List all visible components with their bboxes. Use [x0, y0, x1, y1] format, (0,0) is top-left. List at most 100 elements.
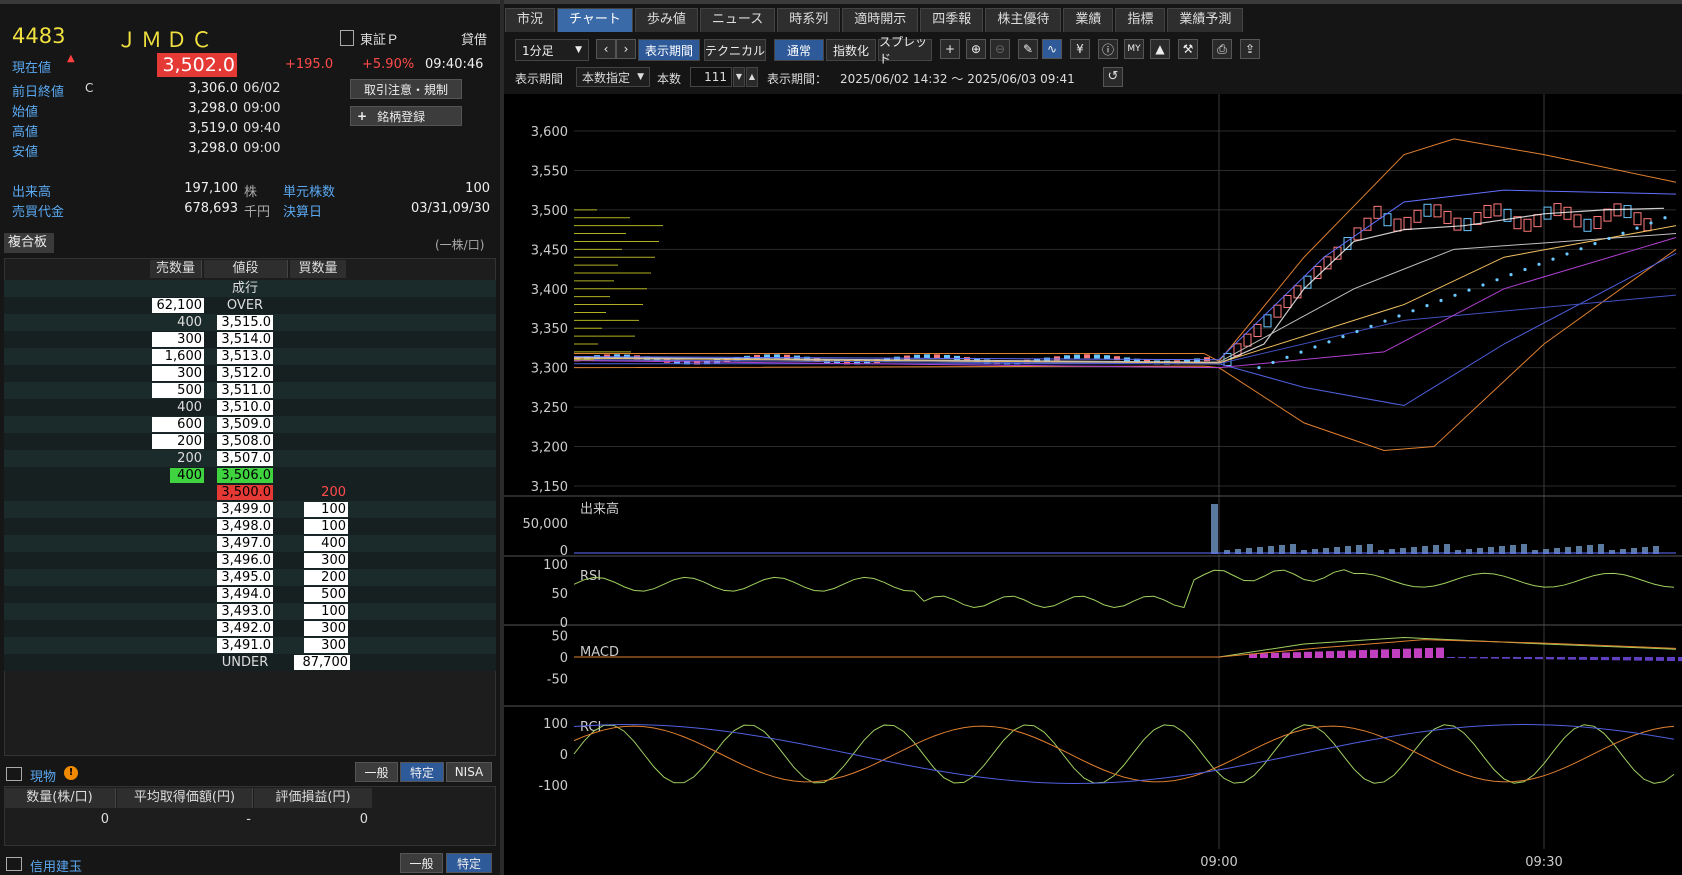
zoom-out-icon[interactable]: ⊖ [990, 39, 1010, 59]
next-icon[interactable]: › [616, 39, 636, 59]
order-book-row[interactable]: UNDER 87,700 [4, 654, 496, 671]
board-title[interactable]: 複合板 [4, 233, 54, 253]
tab-specific[interactable]: 特定 [400, 762, 444, 782]
order-book-row[interactable]: 3,497.0 400 [4, 535, 496, 552]
order-book-row[interactable]: 200 3,508.0 [4, 433, 496, 450]
col-avg-header: 平均取得価額(円) [117, 788, 253, 808]
order-book-row[interactable]: 3,496.0 300 [4, 552, 496, 569]
prev-icon[interactable]: ‹ [596, 39, 616, 59]
order-book-row[interactable]: 300 3,514.0 [4, 331, 496, 348]
zoom-in-icon[interactable]: ⊕ [966, 39, 986, 59]
period-mode-value: 本数指定 [582, 70, 631, 85]
tab-1[interactable]: チャート [557, 8, 633, 32]
order-book-row[interactable]: 3,498.0 100 [4, 518, 496, 535]
order-book-row[interactable]: 500 3,511.0 [4, 382, 496, 399]
order-book-row[interactable]: 400 3,510.0 [4, 399, 496, 416]
volume-label: 出来高 [12, 185, 52, 200]
period-mode-select[interactable]: 本数指定 ▼ [576, 67, 650, 87]
order-book-row[interactable]: 1,600 3,513.0 [4, 348, 496, 365]
range-value: 2025/06/02 14:32 ～ 2025/06/03 09:41 [840, 72, 1075, 86]
register-button[interactable]: + 銘柄登録 [350, 106, 462, 126]
sar-dot [1341, 335, 1345, 339]
order-book-row[interactable]: 3,492.0 300 [4, 620, 496, 637]
order-book-row[interactable]: 62,100 OVER [4, 297, 496, 314]
order-book-row[interactable]: 400 3,515.0 [4, 314, 496, 331]
warning-icon[interactable]: ! [64, 766, 78, 780]
volume-bar [1211, 504, 1218, 554]
tab-0[interactable]: 市況 [505, 8, 556, 32]
tab-7[interactable]: 株主優待 [985, 8, 1062, 32]
trade-notice-button[interactable]: 取引注意・規制 [350, 79, 462, 99]
tab-5[interactable]: 適時開示 [842, 8, 919, 32]
display-period-button[interactable]: 表示期間 [638, 39, 700, 61]
sar-dot [1355, 329, 1359, 334]
count-input[interactable]: 111 [690, 67, 732, 87]
macd-histogram [1414, 648, 1422, 658]
prev-close-value: 3,306.0 [188, 81, 238, 96]
pencil-icon[interactable]: ✎ [1018, 39, 1038, 59]
tab-6[interactable]: 四季報 [920, 8, 984, 32]
window-icon[interactable] [6, 857, 22, 871]
order-book-row[interactable]: 3,493.0 100 [4, 603, 496, 620]
tab-9[interactable]: 指標 [1115, 8, 1166, 32]
export-icon[interactable]: ⇪ [1240, 39, 1260, 59]
margin-tab-specific[interactable]: 特定 [446, 853, 492, 873]
col-qty-header: 数量(株/口) [4, 788, 116, 808]
reset-icon[interactable]: ↺ [1103, 67, 1123, 87]
candle [904, 355, 910, 360]
order-book-row[interactable]: 3,491.0 300 [4, 637, 496, 654]
sar-dot [1369, 324, 1373, 328]
info-icon[interactable]: ⓘ [1098, 39, 1118, 59]
tab-8[interactable]: 業績 [1063, 8, 1114, 32]
my-candle-icon[interactable]: MY [1124, 39, 1144, 59]
margin-tab-general[interactable]: 一般 [400, 853, 443, 873]
tab-general[interactable]: 一般 [355, 762, 398, 782]
order-book-row[interactable]: 3,494.0 500 [4, 586, 496, 603]
bid-price: 3,497.0 [217, 536, 273, 551]
window-icon[interactable] [6, 767, 22, 781]
yen-icon[interactable]: ¥ [1070, 39, 1090, 59]
price-label: 現在値 [12, 61, 52, 76]
order-book-row[interactable]: 200 3,507.0 [4, 450, 496, 467]
interval-select[interactable]: 1分足 ▼ [515, 39, 589, 61]
tab-4[interactable]: 時系列 [777, 8, 841, 32]
candle [954, 355, 960, 360]
under-qty: 87,700 [294, 655, 350, 670]
sar-dot [1285, 355, 1289, 359]
technical-button[interactable]: テクニカル [704, 39, 766, 61]
order-book-row[interactable]: 400 3,506.0 [4, 467, 496, 484]
order-book-row[interactable]: 300 3,512.0 [4, 365, 496, 382]
spread-button[interactable]: スプレッド [878, 35, 932, 66]
print-icon[interactable]: ⎙ [1212, 39, 1232, 59]
volume-title: 出来高 [580, 501, 619, 517]
open-time: 09:00 [243, 101, 281, 116]
register-button-label: 銘柄登録 [377, 109, 426, 124]
wave-icon[interactable]: ∿ [1042, 39, 1062, 59]
tab-10[interactable]: 業績予測 [1167, 8, 1244, 32]
count-up-icon[interactable]: ▲ [746, 67, 758, 87]
bid-qty: 200 [304, 570, 348, 585]
prev-close-label: 前日終値 [12, 85, 65, 100]
tab-3[interactable]: ニュース [699, 8, 776, 32]
sar-dot [1313, 345, 1317, 349]
order-book-row[interactable]: 600 3,509.0 [4, 416, 496, 433]
indexed-button[interactable]: 指数化 [826, 39, 876, 61]
order-book-row[interactable]: 3,499.0 100 [4, 501, 496, 518]
bid-qty: 400 [304, 536, 348, 551]
normal-button[interactable]: 通常 [774, 39, 824, 61]
tab-nisa[interactable]: NISA [446, 762, 492, 782]
wrench-icon[interactable]: ⚒ [1178, 39, 1198, 59]
tab-2[interactable]: 歩み値 [634, 8, 698, 32]
x-tick-label: 09:00 [1200, 855, 1237, 870]
crosshair-icon[interactable]: + [940, 39, 960, 59]
count-down-icon[interactable]: ▼ [733, 67, 745, 87]
chart-canvas[interactable]: 3,600 3,550 3,500 3,450 3,400 3,350 3,300 3,250… [504, 94, 1682, 875]
mountain-icon[interactable]: ▲ [1150, 39, 1170, 59]
document-icon[interactable] [340, 30, 354, 46]
order-book-row[interactable]: 3,495.0 200 [4, 569, 496, 586]
y-tick-label: 0 [560, 748, 568, 763]
order-book-row[interactable]: 成行 [4, 280, 496, 297]
candle [1074, 354, 1080, 359]
sar-dot [1537, 262, 1541, 266]
order-book-row[interactable]: 3,500.0 200 [4, 484, 496, 501]
